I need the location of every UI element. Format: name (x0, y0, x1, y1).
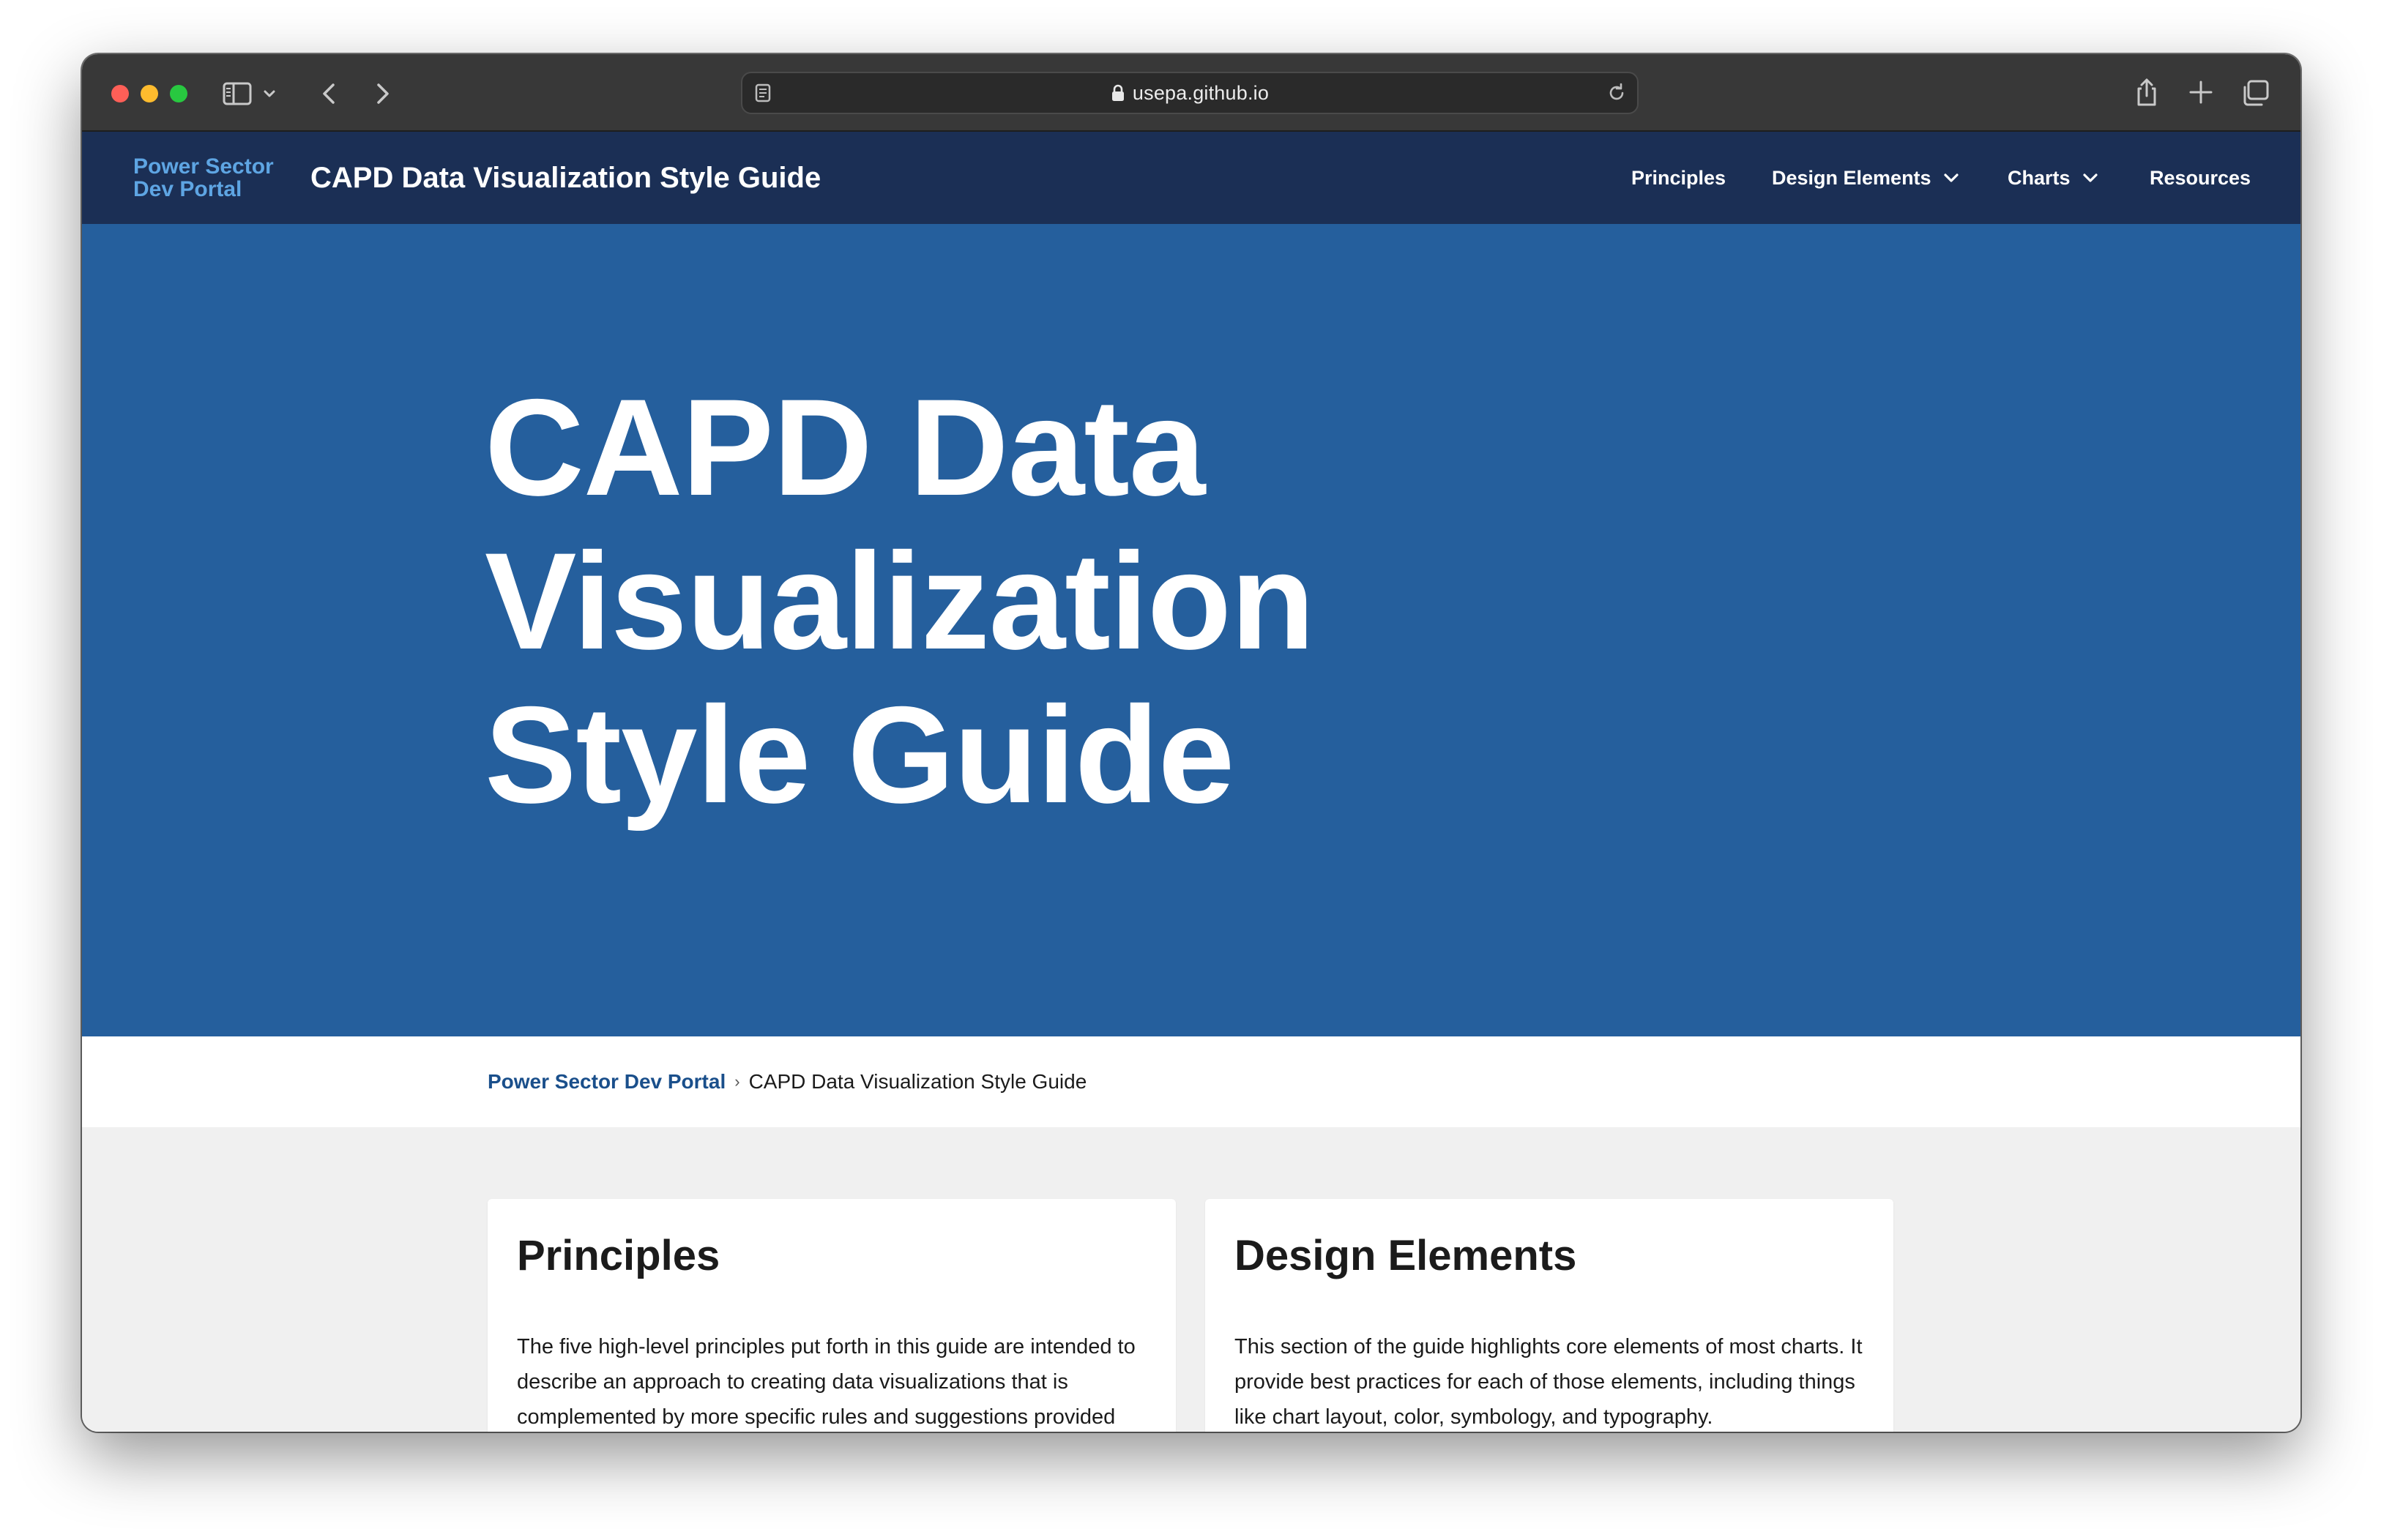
card-title[interactable]: Principles (517, 1231, 720, 1280)
content-area: Principles The five high-level principle… (82, 1127, 2300, 1432)
site-logo[interactable]: Power Sector Dev Portal (133, 155, 274, 201)
tabs-icon[interactable] (2240, 79, 2270, 107)
card-body: The five high-level principles put forth… (517, 1335, 1136, 1429)
hero-title: CAPD Data Visualization Style Guide (485, 370, 1510, 831)
sidebar-icon[interactable] (223, 82, 252, 105)
card-body: This section of the guide highlights cor… (1234, 1335, 1863, 1429)
chevron-down-icon[interactable] (262, 86, 277, 101)
chevron-down-icon (1942, 168, 1961, 187)
hero-title-line-2: Visualization (485, 524, 1315, 678)
nav-item-resources[interactable]: Resources (2150, 132, 2251, 224)
nav-item-design-elements[interactable]: Design Elements (1772, 132, 1961, 224)
close-window-button[interactable] (111, 85, 129, 102)
nav-label: Design Elements (1772, 166, 1931, 189)
logo-line-1: Power Sector (133, 154, 274, 179)
nav-label: Principles (1631, 166, 1726, 189)
browser-window: usepa.github.io Power Sector Dev Portal … (82, 54, 2300, 1432)
minimize-window-button[interactable] (141, 85, 158, 102)
card-title[interactable]: Design Elements (1234, 1231, 1576, 1280)
card-principles[interactable]: Principles The five high-level principle… (488, 1199, 1176, 1432)
logo-line-2: Dev Portal (133, 177, 242, 201)
breadcrumb-home-link[interactable]: Power Sector Dev Portal (488, 1070, 726, 1094)
nav-label: Resources (2150, 166, 2251, 189)
chevron-down-icon (2081, 168, 2100, 187)
nav-label: Charts (2008, 166, 2071, 189)
breadcrumb-separator-icon: › (734, 1072, 740, 1091)
plus-icon[interactable] (2188, 79, 2214, 105)
url-text: usepa.github.io (1132, 81, 1270, 104)
nav-item-charts[interactable]: Charts (2008, 132, 2100, 224)
browser-toolbar: usepa.github.io (82, 54, 2300, 132)
hero-title-line-1: CAPD Data (485, 370, 1205, 524)
site-header: Power Sector Dev Portal CAPD Data Visual… (82, 132, 2300, 224)
share-icon[interactable] (2134, 78, 2160, 107)
nav-item-principles[interactable]: Principles (1631, 132, 1726, 224)
hero-banner: CAPD Data Visualization Style Guide (82, 224, 2300, 1036)
url-display: usepa.github.io (742, 73, 1637, 113)
site-title[interactable]: CAPD Data Visualization Style Guide (310, 132, 821, 224)
card-design-elements[interactable]: Design Elements This section of the guid… (1205, 1199, 1893, 1432)
address-bar[interactable]: usepa.github.io (741, 72, 1639, 114)
reload-icon[interactable] (1606, 83, 1627, 103)
forward-icon[interactable] (370, 82, 394, 105)
breadcrumb: Power Sector Dev Portal › CAPD Data Visu… (488, 1036, 1087, 1127)
breadcrumb-current: CAPD Data Visualization Style Guide (748, 1070, 1087, 1093)
lock-icon (1111, 84, 1125, 102)
hero-title-line-3: Style Guide (485, 678, 1234, 831)
zoom-window-button[interactable] (170, 85, 187, 102)
back-icon[interactable] (318, 82, 341, 105)
breadcrumb-bar: Power Sector Dev Portal › CAPD Data Visu… (82, 1036, 2300, 1127)
